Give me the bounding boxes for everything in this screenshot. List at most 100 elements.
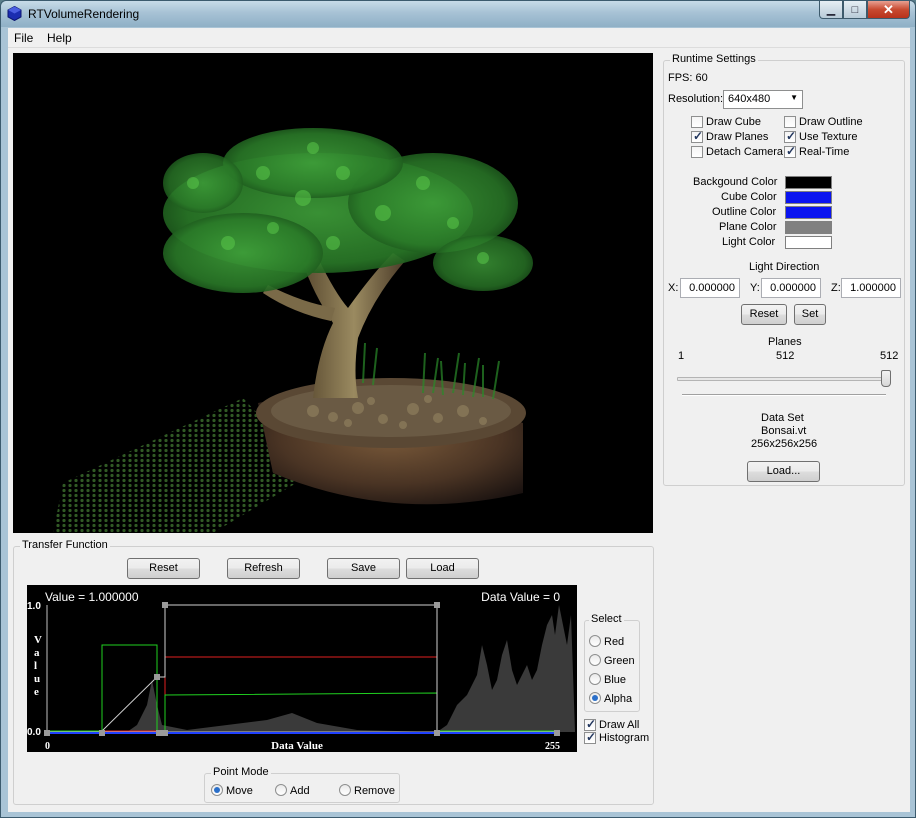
point-mode-title: Point Mode <box>211 766 271 778</box>
close-button[interactable]: ✕ <box>867 1 910 19</box>
channel-alpha-label: Alpha <box>604 693 633 705</box>
y-top-label: 1.0 <box>27 601 41 612</box>
real-time-checkbox[interactable] <box>784 144 796 158</box>
control-point <box>554 730 560 736</box>
channel-red-label: Red <box>604 636 625 648</box>
transfer-function-canvas[interactable]: Value = 1.000000 Data Value = 0 1.0 0.0 … <box>27 585 577 752</box>
planes-min-label: 1 <box>678 350 685 362</box>
control-point <box>44 730 50 736</box>
light-z-input[interactable] <box>841 278 901 298</box>
app-cube-icon <box>7 6 22 21</box>
resolution-label: Resolution: <box>668 93 724 105</box>
planes-slider-track[interactable] <box>677 377 891 381</box>
point-mode-add-label: Add <box>290 785 310 797</box>
light-x-label: X: <box>668 282 679 294</box>
tf-reset-button[interactable]: Reset <box>127 558 200 579</box>
draw-outline-label: Draw Outline <box>799 116 863 128</box>
outline-color-swatch[interactable] <box>785 206 832 219</box>
detach-camera-label: Detach Camera <box>706 146 784 158</box>
point-mode-remove-radio[interactable] <box>339 784 351 796</box>
light-color-swatch[interactable] <box>785 236 832 249</box>
runtime-settings-title: Runtime Settings <box>670 53 758 65</box>
client-area: File Help Runtime Settings FPS: 60 Resol… <box>8 28 910 812</box>
draw-planes-label: Draw Planes <box>706 131 769 143</box>
draw-all-label: Draw All <box>599 719 640 731</box>
channel-green-label: Green <box>604 655 635 667</box>
planes-slider-thumb[interactable] <box>881 370 891 387</box>
light-set-button[interactable]: Set <box>794 304 826 325</box>
data-value-readout: Data Value = 0 <box>481 590 560 604</box>
maximize-button[interactable]: □ <box>843 1 867 19</box>
control-point <box>156 730 162 736</box>
plane-color-swatch[interactable] <box>785 221 832 234</box>
point-mode-move-radio[interactable] <box>211 784 223 796</box>
control-point <box>154 674 160 680</box>
background-color-label: Backgound Color <box>693 176 778 188</box>
use-texture-checkbox[interactable] <box>784 129 796 143</box>
planes-title: Planes <box>768 336 802 348</box>
real-time-label: Real-Time <box>799 146 850 158</box>
point-mode-move-label: Move <box>226 785 253 797</box>
value-readout: Value = 1.000000 <box>45 590 139 604</box>
channel-select-title: Select <box>589 613 624 625</box>
background-color-swatch[interactable] <box>785 176 832 189</box>
y-axis-letter: e <box>34 686 39 698</box>
app-window: RTVolumeRendering ▁ □ ✕ File Help Runtim… <box>0 0 916 818</box>
control-point <box>434 602 440 608</box>
chevron-down-icon: ▼ <box>790 93 798 102</box>
cube-color-swatch[interactable] <box>785 191 832 204</box>
x-axis-label: Data Value <box>271 740 323 752</box>
tf-save-button[interactable]: Save <box>327 558 400 579</box>
menu-help[interactable]: Help <box>47 31 72 45</box>
control-point <box>99 730 105 736</box>
transfer-function-plot: Value = 1.000000 Data Value = 0 1.0 0.0 … <box>27 590 575 752</box>
channel-red-radio[interactable] <box>589 635 601 647</box>
transfer-function-title: Transfer Function <box>20 539 110 551</box>
draw-outline-checkbox[interactable] <box>784 116 796 128</box>
y-axis-label: Value <box>34 634 42 698</box>
channel-select-group: Select Red Green Blue Alpha <box>584 613 640 712</box>
light-y-input[interactable] <box>761 278 821 298</box>
control-point <box>162 730 168 736</box>
draw-cube-checkbox[interactable] <box>691 116 703 128</box>
detach-camera-checkbox[interactable] <box>691 146 703 158</box>
point-mode-remove-label: Remove <box>354 785 395 797</box>
menu-file[interactable]: File <box>14 31 33 45</box>
control-point <box>434 730 440 736</box>
outline-color-label: Outline Color <box>712 206 777 218</box>
histogram-label: Histogram <box>599 732 650 744</box>
light-z-label: Z: <box>831 282 841 294</box>
planes-slider-groove <box>682 394 886 396</box>
channel-alpha-radio[interactable] <box>589 692 601 704</box>
channel-green-radio[interactable] <box>589 654 601 666</box>
use-texture-label: Use Texture <box>799 131 858 143</box>
control-point <box>162 602 168 608</box>
channel-blue-label: Blue <box>604 674 627 686</box>
title-bar[interactable]: RTVolumeRendering ▁ □ ✕ <box>1 1 915 27</box>
minimize-button[interactable]: ▁ <box>819 1 843 19</box>
dataset-load-button[interactable]: Load... <box>747 461 820 482</box>
point-mode-add-radio[interactable] <box>275 784 287 796</box>
histogram-area <box>47 605 575 732</box>
light-reset-button[interactable]: Reset <box>741 304 787 325</box>
histogram-checkbox[interactable] <box>584 730 596 744</box>
dataset-title: Data Set <box>761 412 804 424</box>
y-axis-letter: a <box>34 647 40 659</box>
resolution-select[interactable]: 640x480 ▼ <box>723 90 803 109</box>
menu-bar: File Help <box>8 28 910 48</box>
tf-refresh-button[interactable]: Refresh <box>227 558 300 579</box>
light-color-label: Light Color <box>722 236 776 248</box>
window-title: RTVolumeRendering <box>28 7 140 21</box>
plane-color-label: Plane Color <box>719 221 777 233</box>
dataset-name: Bonsai.vt <box>761 425 807 437</box>
render-viewport[interactable] <box>13 53 653 533</box>
light-x-input[interactable] <box>680 278 740 298</box>
y-axis-letter: V <box>34 634 42 646</box>
y-axis-letter: l <box>34 660 37 672</box>
cube-color-label: Cube Color <box>721 191 777 203</box>
tf-load-button[interactable]: Load <box>406 558 479 579</box>
dataset-dims: 256x256x256 <box>751 438 818 450</box>
channel-blue-radio[interactable] <box>589 673 601 685</box>
draw-planes-checkbox[interactable] <box>691 129 703 143</box>
runtime-settings-group: Runtime Settings FPS: 60 Resolution: 640… <box>663 53 905 486</box>
